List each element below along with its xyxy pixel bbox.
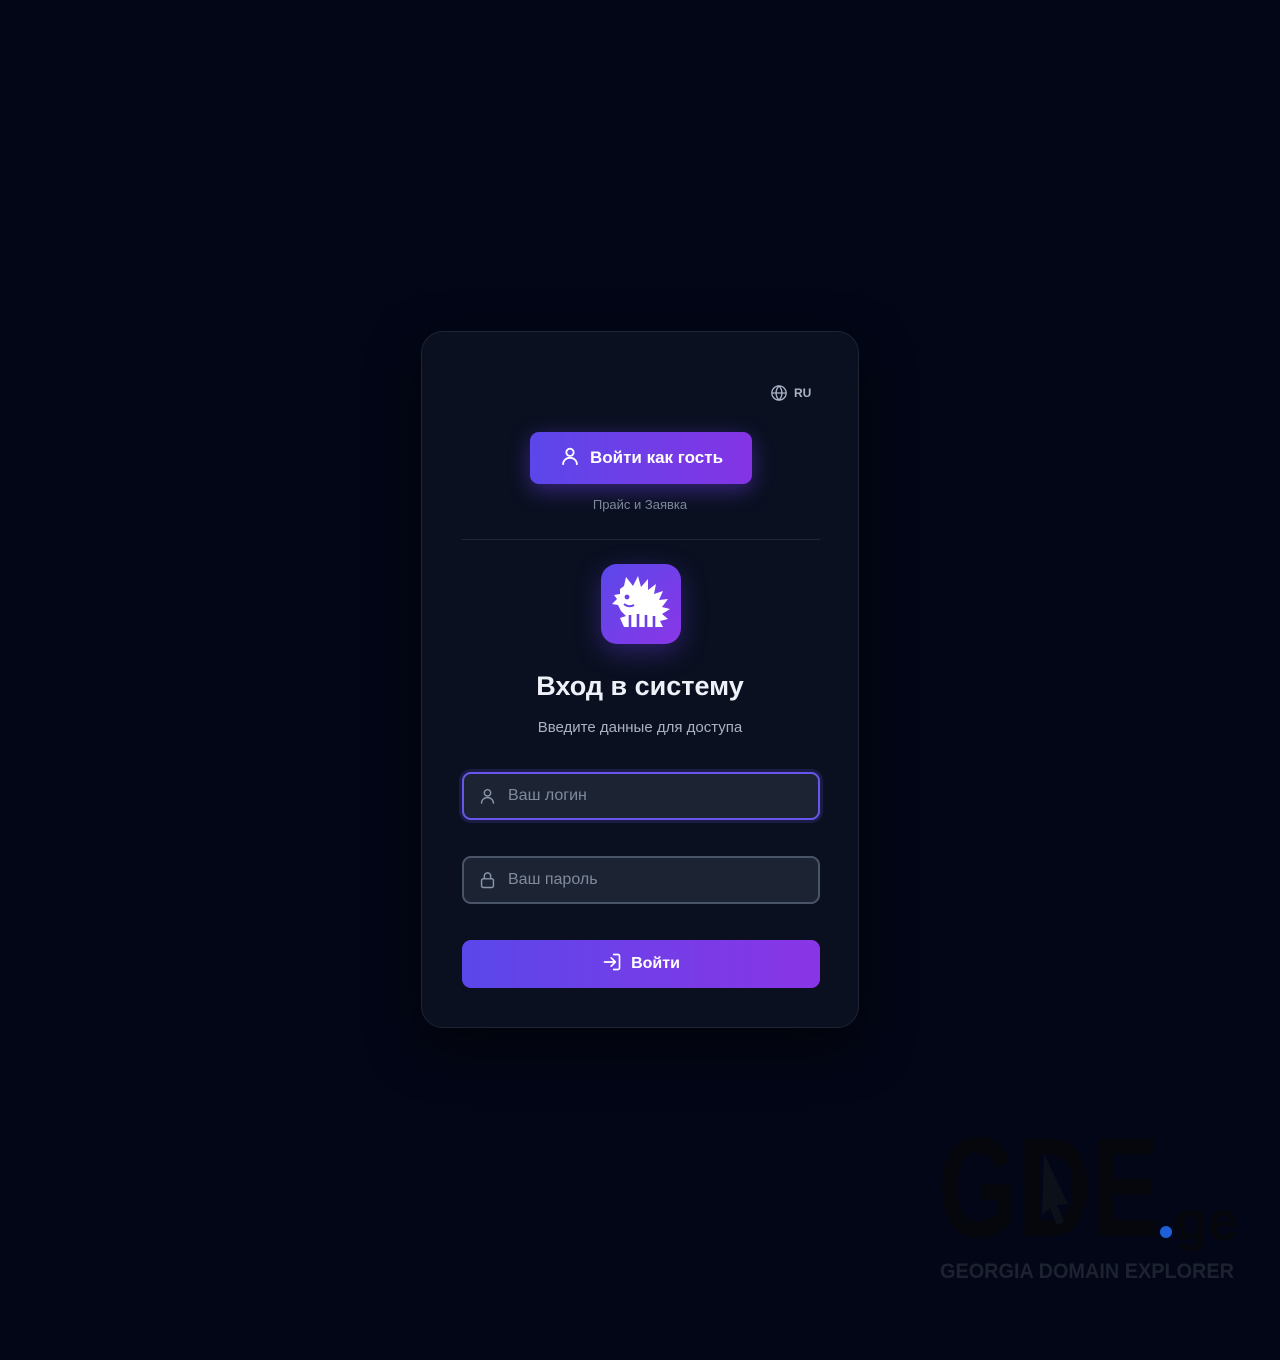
login-submit-button[interactable]: Войти [462, 940, 820, 988]
sign-in-icon [602, 952, 622, 977]
guest-login-button[interactable]: Войти как гость [530, 432, 752, 484]
login-card: RU Войти как гость Прайс и Заявка Вход в… [421, 331, 859, 1028]
language-label: RU [794, 386, 812, 400]
guest-login-label: Войти как гость [589, 448, 724, 467]
guest-caption: Прайс и Заявка [592, 497, 688, 512]
password-field[interactable] [462, 856, 820, 904]
username-field[interactable] [462, 772, 820, 820]
password-input[interactable] [508, 858, 806, 902]
lock-icon [478, 871, 497, 890]
login-title: Вход в систему [536, 671, 744, 701]
svg-text:ge: ge [1174, 1189, 1238, 1252]
globe-icon [770, 384, 788, 402]
login-submit-label: Войти [631, 955, 680, 972]
login-subtitle: Введите данные для доступа [537, 719, 743, 736]
hedgehog-logo-icon [610, 574, 672, 635]
watermark-logo: GDE ge GEORGIA DOMAIN EXPLORER [938, 1108, 1238, 1284]
login-page: RU Войти как гость Прайс и Заявка Вход в… [0, 0, 1280, 1360]
svg-text:GEORGIA DOMAIN EXPLORER: GEORGIA DOMAIN EXPLORER [940, 1260, 1234, 1283]
section-divider [462, 539, 820, 540]
app-logo [601, 564, 681, 644]
language-switcher[interactable]: RU [770, 383, 811, 403]
user-icon [478, 787, 497, 806]
username-input[interactable] [508, 774, 806, 818]
user-icon [559, 445, 581, 472]
